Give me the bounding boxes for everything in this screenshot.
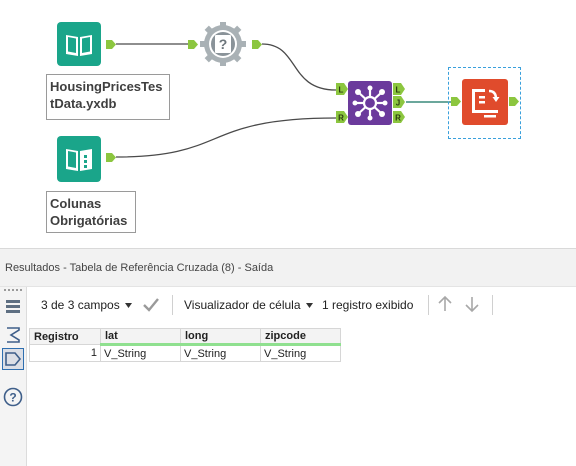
results-table: Registro lat long zipcode 1 V_String V_S…: [29, 328, 341, 362]
fields-label: 3 de 3 campos: [41, 298, 120, 312]
input1-annotation: HousingPricesTes tData.yxdb: [46, 74, 170, 120]
join-output-anchor[interactable]: J: [393, 96, 405, 108]
cell-zipcode[interactable]: V_String: [260, 344, 341, 362]
gear-question-icon: ?: [200, 22, 246, 66]
cross-tab-icon: [462, 79, 508, 125]
crosstab-input-anchor[interactable]: [451, 97, 461, 106]
join-right-input-anchor[interactable]: R: [336, 111, 348, 123]
crosstab-output-anchor[interactable]: [509, 97, 519, 106]
tag-view-button[interactable]: [2, 348, 24, 370]
rows-icon: [6, 300, 20, 313]
grip-handle[interactable]: [4, 289, 22, 292]
results-toolbar: 3 de 3 campos Visualizador de célula 1 r…: [27, 287, 576, 323]
svg-text:?: ?: [9, 391, 16, 405]
header-long[interactable]: long: [180, 328, 261, 346]
svg-text:R: R: [338, 114, 344, 123]
svg-text:R: R: [395, 114, 401, 123]
arrow-up-icon[interactable]: [436, 295, 454, 313]
fields-dropdown[interactable]: 3 de 3 campos: [41, 298, 120, 312]
grid-view-button[interactable]: [2, 295, 24, 317]
metadata-button[interactable]: [2, 324, 24, 346]
workflow-canvas[interactable]: HousingPricesTes tData.yxdb ? Colunas Ob…: [0, 0, 576, 248]
input2-annotation: Colunas Obrigatórias: [46, 191, 136, 233]
svg-text:L: L: [339, 86, 344, 95]
join-icon: [348, 81, 392, 125]
cell-viewer-label: Visualizador de célula: [184, 298, 301, 312]
svg-text:L: L: [396, 86, 401, 95]
header-registro[interactable]: Registro: [29, 328, 101, 345]
svg-text:?: ?: [219, 36, 228, 52]
test-tool[interactable]: ?: [200, 22, 246, 66]
chevron-down-icon[interactable]: [125, 303, 132, 308]
tag-icon: [5, 352, 22, 366]
filter-output-anchor[interactable]: [252, 40, 262, 49]
join-right-output-anchor[interactable]: R: [393, 111, 405, 123]
header-lat[interactable]: lat: [100, 328, 181, 346]
input-data-tool-1[interactable]: [57, 22, 101, 66]
cell-lat[interactable]: V_String: [100, 344, 181, 362]
join-tool[interactable]: [348, 81, 392, 125]
table-header-row: Registro lat long zipcode: [29, 328, 341, 346]
join-left-output-anchor[interactable]: L: [393, 83, 405, 95]
help-button[interactable]: ?: [2, 386, 24, 408]
wire-input2-to-join-right: [115, 117, 337, 158]
chevron-down-icon[interactable]: [306, 303, 313, 308]
checkmark-icon[interactable]: [142, 297, 160, 313]
book-icon: [57, 136, 101, 182]
sigma-icon: [7, 327, 20, 343]
table-row: 1 V_String V_String V_String: [29, 344, 341, 362]
results-grid-area: Registro lat long zipcode 1 V_String V_S…: [27, 323, 576, 466]
join-left-input-anchor[interactable]: L: [336, 83, 348, 95]
results-side-toolbar: ?: [0, 287, 27, 466]
input-data-tool-2[interactable]: [57, 136, 101, 182]
wire-filter-to-join-left: [261, 43, 337, 91]
results-pane: Resultados - Tabela de Referência Cruzad…: [0, 248, 576, 466]
results-title: Resultados - Tabela de Referência Cruzad…: [0, 248, 576, 287]
input2-output-anchor[interactable]: [106, 153, 116, 162]
arrow-down-icon[interactable]: [463, 295, 481, 313]
input1-output-anchor[interactable]: [106, 40, 116, 49]
cross-tab-tool[interactable]: [462, 79, 508, 125]
toolbar-divider: [172, 295, 173, 315]
help-icon: ?: [3, 387, 23, 407]
book-icon: [57, 22, 101, 66]
designer-window: HousingPricesTes tData.yxdb ? Colunas Ob…: [0, 0, 576, 466]
svg-text:J: J: [396, 99, 400, 108]
cell-viewer-dropdown[interactable]: Visualizador de célula: [184, 298, 301, 312]
toolbar-divider: [492, 295, 493, 315]
cell-long[interactable]: V_String: [180, 344, 261, 362]
header-zipcode[interactable]: zipcode: [260, 328, 341, 346]
filter-input-anchor[interactable]: [188, 40, 198, 49]
row-record-number[interactable]: 1: [29, 344, 101, 362]
records-count: 1 registro exibido: [322, 298, 414, 312]
toolbar-divider: [428, 295, 429, 315]
